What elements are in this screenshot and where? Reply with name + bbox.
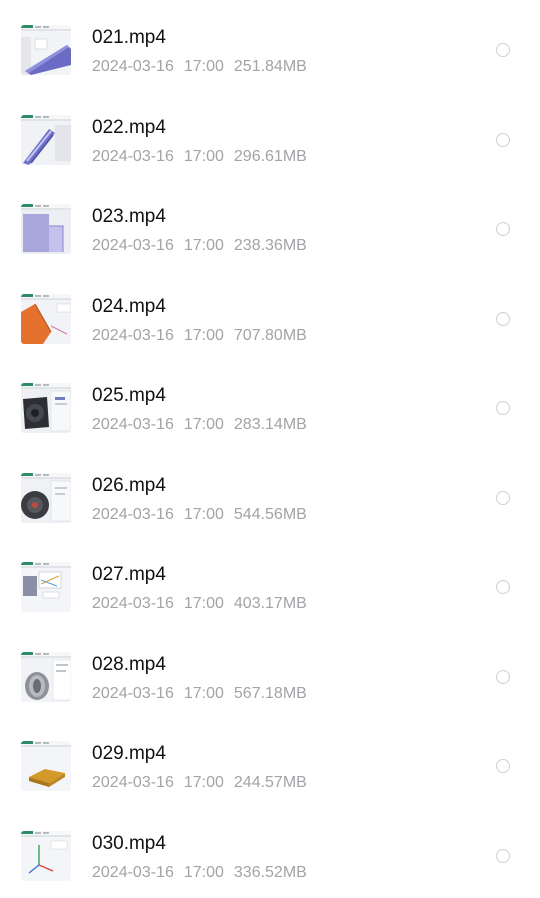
file-name: 021.mp4	[92, 27, 166, 49]
file-name: 028.mp4	[92, 654, 166, 676]
file-row[interactable]: 025.mp4 2024-03-16 17:00 283.14MB	[0, 361, 540, 451]
file-date: 2024-03-16	[92, 864, 174, 881]
file-size: 544.56MB	[234, 506, 307, 523]
file-row[interactable]: 023.mp4 2024-03-16 17:00 238.36MB	[0, 182, 540, 272]
thumbnail-cad-sketch-dialog	[21, 562, 71, 612]
file-meta: 2024-03-16 17:00 336.52MB	[92, 863, 307, 883]
file-meta: 2024-03-16 17:00 296.61MB	[92, 147, 307, 167]
file-row[interactable]: 028.mp4 2024-03-16 17:00 567.18MB	[0, 630, 540, 720]
file-row[interactable]: 029.mp4 2024-03-16 17:00 244.57MB	[0, 719, 540, 809]
file-meta: 2024-03-16 17:00 567.18MB	[92, 684, 307, 704]
thumbnail-cad-purple-surface	[21, 25, 71, 75]
select-radio[interactable]	[496, 849, 510, 863]
thumbnail-cad-dark-housing	[21, 383, 71, 433]
thumbnail-cad-grey-cylinder	[21, 652, 71, 702]
select-radio[interactable]	[496, 759, 510, 773]
file-time: 17:00	[184, 864, 224, 881]
thumbnail-cad-orange-part	[21, 294, 71, 344]
file-date: 2024-03-16	[92, 506, 174, 523]
file-size: 296.61MB	[234, 148, 307, 165]
select-radio[interactable]	[496, 670, 510, 684]
file-meta: 2024-03-16 17:00 283.14MB	[92, 415, 307, 435]
thumbnail-cad-gold-plate	[21, 741, 71, 791]
file-size: 567.18MB	[234, 685, 307, 702]
select-radio[interactable]	[496, 401, 510, 415]
thumbnail-cad-axes-sketch	[21, 831, 71, 881]
file-name: 026.mp4	[92, 475, 166, 497]
file-time: 17:00	[184, 416, 224, 433]
file-date: 2024-03-16	[92, 58, 174, 75]
file-size: 283.14MB	[234, 416, 307, 433]
select-radio[interactable]	[496, 133, 510, 147]
file-time: 17:00	[184, 237, 224, 254]
file-name: 030.mp4	[92, 833, 166, 855]
file-size: 403.17MB	[234, 595, 307, 612]
file-size: 238.36MB	[234, 237, 307, 254]
select-radio[interactable]	[496, 312, 510, 326]
thumbnail-cad-spiral-tool	[21, 115, 71, 165]
file-date: 2024-03-16	[92, 148, 174, 165]
file-list: 021.mp4 2024-03-16 17:00 251.84MB 022.mp4 202…	[0, 0, 540, 879]
thumbnail-cad-dark-gear	[21, 473, 71, 523]
file-meta: 2024-03-16 17:00 544.56MB	[92, 505, 307, 525]
select-radio[interactable]	[496, 43, 510, 57]
file-time: 17:00	[184, 685, 224, 702]
file-time: 17:00	[184, 774, 224, 791]
file-date: 2024-03-16	[92, 595, 174, 612]
file-size: 707.80MB	[234, 327, 307, 344]
select-radio[interactable]	[496, 491, 510, 505]
file-meta: 2024-03-16 17:00 251.84MB	[92, 57, 307, 77]
file-row[interactable]: 024.mp4 2024-03-16 17:00 707.80MB	[0, 272, 540, 362]
select-radio[interactable]	[496, 222, 510, 236]
file-name: 022.mp4	[92, 117, 166, 139]
file-time: 17:00	[184, 506, 224, 523]
file-name: 027.mp4	[92, 564, 166, 586]
file-meta: 2024-03-16 17:00 238.36MB	[92, 236, 307, 256]
file-date: 2024-03-16	[92, 774, 174, 791]
file-meta: 2024-03-16 17:00 707.80MB	[92, 326, 307, 346]
file-size: 251.84MB	[234, 58, 307, 75]
file-time: 17:00	[184, 58, 224, 75]
file-date: 2024-03-16	[92, 237, 174, 254]
file-size: 336.52MB	[234, 864, 307, 881]
file-time: 17:00	[184, 595, 224, 612]
file-row[interactable]: 026.mp4 2024-03-16 17:00 544.56MB	[0, 451, 540, 541]
file-row[interactable]: 022.mp4 2024-03-16 17:00 296.61MB	[0, 93, 540, 183]
file-name: 025.mp4	[92, 385, 166, 407]
thumbnail-cad-lilac-block	[21, 204, 71, 254]
file-date: 2024-03-16	[92, 416, 174, 433]
file-meta: 2024-03-16 17:00 244.57MB	[92, 773, 307, 793]
file-name: 024.mp4	[92, 296, 166, 318]
file-date: 2024-03-16	[92, 685, 174, 702]
file-date: 2024-03-16	[92, 327, 174, 344]
file-name: 023.mp4	[92, 206, 166, 228]
file-row[interactable]: 030.mp4 2024-03-16 17:00 336.52MB	[0, 809, 540, 898]
file-time: 17:00	[184, 327, 224, 344]
file-time: 17:00	[184, 148, 224, 165]
file-name: 029.mp4	[92, 743, 166, 765]
file-row[interactable]: 021.mp4 2024-03-16 17:00 251.84MB	[0, 3, 540, 93]
file-row[interactable]: 027.mp4 2024-03-16 17:00 403.17MB	[0, 540, 540, 630]
select-radio[interactable]	[496, 580, 510, 594]
file-size: 244.57MB	[234, 774, 307, 791]
file-meta: 2024-03-16 17:00 403.17MB	[92, 594, 307, 614]
